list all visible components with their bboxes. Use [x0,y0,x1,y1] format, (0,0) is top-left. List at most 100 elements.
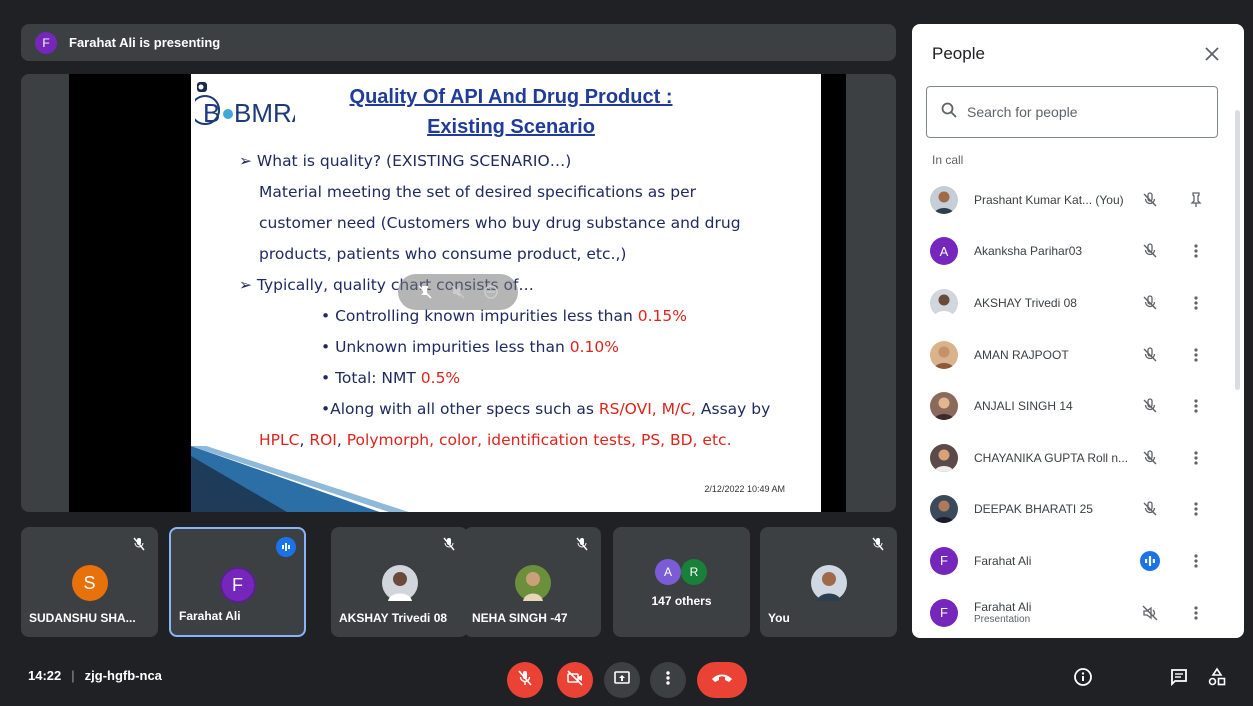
others-tile[interactable]: A R 147 others [613,527,750,637]
search-box[interactable] [926,86,1218,138]
presenter-avatar: F [35,31,57,54]
avatar: R [681,559,707,585]
mic-off-icon [516,669,534,692]
present-icon [613,669,631,692]
phone-hangup-icon [710,671,734,689]
mute-icon[interactable] [448,282,468,302]
mic-off-icon [132,537,148,553]
close-icon[interactable] [1200,42,1224,66]
participant-name: Farahat Ali [974,553,1032,568]
activities-icon [1207,667,1227,692]
list-item[interactable]: A Akanksha Parihar03 [912,226,1244,278]
more-options-button[interactable] [650,662,686,698]
slide-title: Quality Of API And Drug Product : Existi… [301,82,721,142]
list-item[interactable]: CHAYANIKA GUPTA Roll n... [912,432,1244,484]
more-options-icon[interactable] [1186,499,1206,519]
meeting-details-button[interactable] [1072,667,1094,690]
more-options-icon[interactable] [1186,241,1206,261]
pin-icon[interactable] [1186,190,1206,210]
speaking-icon [1140,550,1160,571]
pin-icon[interactable] [415,282,435,302]
list-item[interactable]: F Farahat Ali [912,535,1244,587]
participant-name: CHAYANIKA GUPTA Roll n... [974,450,1129,465]
avatar-photo [930,443,958,472]
participant-name: ANJALI SINGH 14 [974,399,1073,414]
more-options-icon[interactable] [1186,448,1206,468]
list-item[interactable]: AKSHAY Trivedi 08 [912,277,1244,329]
mic-off-icon [1140,448,1160,468]
list-item[interactable]: ANJALI SINGH 14 [912,380,1244,432]
presenting-banner: F Farahat Ali is presenting [21,24,896,61]
list-item[interactable]: AMAN RAJPOOT [912,329,1244,381]
avatar-photo [930,288,958,317]
participant-name: AKSHAY Trivedi 08 [339,611,448,625]
svg-text:B: B [203,98,220,128]
avatar-photo [810,565,847,601]
slide-title-line2: Existing Scenario [427,116,595,138]
participant-name: Akanksha Parihar03 [974,244,1083,259]
search-input[interactable] [967,104,1187,120]
camera-toggle-button[interactable] [557,662,593,698]
avatar-photo [930,392,958,421]
chat-icon [1169,667,1189,692]
leave-call-button[interactable] [697,662,747,698]
logo-text: BMRA [234,98,295,128]
avatar: A [655,559,681,585]
participant-tile-active[interactable]: F Farahat Ali [169,527,306,637]
avatar-photo [514,565,551,601]
list-item[interactable]: Prashant Kumar Kat... (You) [912,174,1244,226]
more-options-icon[interactable] [1186,345,1206,365]
mic-off-icon [442,537,458,553]
meeting-time: 14:22 [28,668,62,683]
avatar-photo [381,565,418,601]
meet-window: F Farahat Ali is presenting B BMRA Qual [0,0,1253,706]
participant-name: DEEPAK BHARATI 25 [974,502,1093,517]
more-options-icon[interactable] [1186,603,1206,623]
avatar: F [219,567,256,603]
mic-off-icon [1140,499,1160,519]
slide-line: Material meeting the set of desired spec… [259,183,696,201]
speaking-icon [276,537,296,557]
chat-button[interactable] [1168,668,1190,690]
panel-title: People [932,44,985,63]
pin-hover-controls[interactable] [398,274,518,310]
volume-off-icon [1140,603,1160,623]
more-options-icon[interactable] [1186,551,1206,571]
participant-tile[interactable]: S SUDANSHU SHA... [21,527,158,637]
self-tile[interactable]: You [760,527,897,637]
search-icon [941,102,957,123]
slide-line: ➢ What is quality? (EXISTING SCENARIO…) [239,152,572,170]
more-options-icon[interactable] [1186,293,1206,313]
others-count: 147 others [651,594,712,608]
remove-icon[interactable] [481,282,501,302]
slide-date: 2/12/2022 10:49 AM [704,484,785,494]
mic-off-icon [1140,396,1160,416]
mic-toggle-button[interactable] [507,662,543,698]
slide-decoration [191,446,409,512]
slide-body: ➢ What is quality? (EXISTING SCENARIO…) … [239,146,819,456]
more-vert-icon [666,670,670,691]
participant-name: SUDANSHU SHA... [29,611,136,625]
participant-name: NEHA SINGH -47 [472,611,568,625]
avatar-photo [930,185,958,214]
list-item[interactable]: DEEPAK BHARATI 25 [912,484,1244,536]
participant-name: Farahat Ali [179,609,241,623]
mic-off-icon [575,537,591,553]
avatar: F [930,546,958,575]
participant-name: AMAN RAJPOOT [974,347,1069,362]
present-screen-button[interactable] [604,662,640,698]
more-options-icon[interactable] [1186,396,1206,416]
list-item[interactable]: F Farahat Ali Presentation [912,587,1244,638]
activities-button[interactable] [1206,667,1228,692]
main-stage[interactable]: B BMRA Quality Of API And Drug Product :… [21,74,896,512]
participant-name: You [768,611,790,625]
mic-off-icon [1140,345,1160,365]
slide-line: customer need (Customers who buy drug su… [259,214,741,232]
divider: | [71,668,75,683]
participant-tile[interactable]: NEHA SINGH -47 [464,527,601,637]
slide-bullet: • Unknown impurities less than 0.10% [321,338,619,356]
participant-name: Farahat Ali Presentation [974,600,1032,626]
slide-line: ➢ Typically, quality chart consists of… [239,276,534,294]
section-label: In call [932,153,964,167]
participant-tile[interactable]: AKSHAY Trivedi 08 [331,527,468,637]
